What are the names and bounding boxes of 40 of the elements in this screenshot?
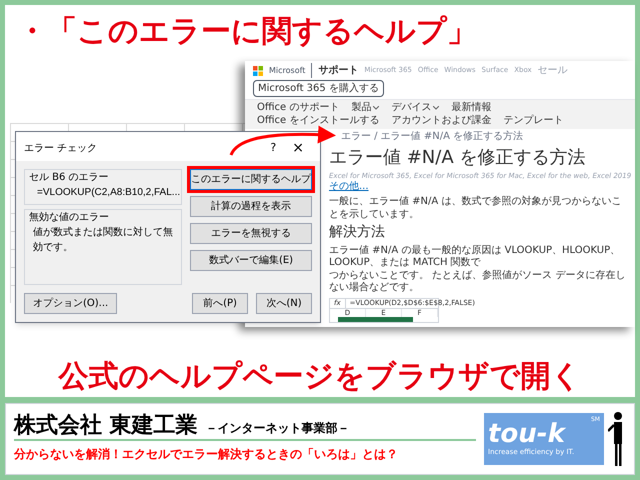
action-button[interactable]: 数式バーで編集(E) xyxy=(190,250,312,270)
error-message: 値が数式または関数に対して無効です。 xyxy=(32,226,174,254)
help-button[interactable]: ? xyxy=(262,140,284,156)
chevron-down-icon xyxy=(373,106,380,110)
bullet: ・ xyxy=(17,12,47,50)
tagline: 分からないを解消！エクセルでエラー解決するときの「いろは」とは？ xyxy=(14,446,399,463)
sub-nav-item[interactable]: 最新情報 xyxy=(451,102,492,114)
action-button[interactable]: 計算の過程を表示 xyxy=(190,196,312,216)
breadcrumb: エラー / エラー値 #N/A を修正する方法 xyxy=(340,131,524,144)
sub-nav-item[interactable]: デバイス xyxy=(391,102,440,114)
logo-text: tou-k xyxy=(488,420,567,447)
section-text: つからないことです。 たとえば、参照値がソース データに存在しない場合などです。 xyxy=(329,270,626,295)
company-name: 株式会社 東建工業 xyxy=(14,415,198,437)
sub-nav-item[interactable]: Office のサポート xyxy=(257,102,340,114)
nav-button[interactable]: 次へ(N) xyxy=(256,292,312,314)
slide-heading: 「このエラーに関するヘルプ」 xyxy=(47,12,477,50)
article-title: エラー値 #N/A を修正する方法 xyxy=(329,146,586,169)
section-text: エラー値 #N/A の最も一般的な原因は VLOOKUP、HLOOKUP、LOOKUP、または MATCH 関数で xyxy=(329,244,622,270)
section-heading: 解決方法 xyxy=(329,224,386,242)
more-link[interactable]: その他... xyxy=(329,180,369,194)
chevron-down-icon xyxy=(433,106,440,110)
four-squares-logo-icon xyxy=(253,66,263,76)
slide-caption: 公式のヘルプページをブラウザで開く xyxy=(58,362,582,392)
nav-button[interactable]: 前へ(P) xyxy=(192,292,248,314)
group-label: セル B6 のエラー xyxy=(29,170,110,184)
close-button[interactable]: × xyxy=(284,141,312,156)
action-button[interactable]: エラーを無視する xyxy=(190,222,312,244)
sub-nav-item[interactable]: 製品 xyxy=(351,102,380,114)
options-button[interactable]: オプション(O)... xyxy=(24,292,118,314)
sub-nav-item[interactable]: Office をインストールする xyxy=(257,114,380,127)
division-name: －インターネット事業部－ xyxy=(206,420,350,437)
buy-button[interactable]: Microsoft 365 を購入する xyxy=(253,80,384,97)
formula-text: =VLOOKUP(C2,A8:B10,2,FAL... xyxy=(36,186,177,200)
sub-nav-item[interactable]: テンプレート xyxy=(503,114,564,127)
dialog-title: エラー チェック xyxy=(24,142,98,156)
sub-nav-item[interactable]: アカウントおよび課金 xyxy=(391,114,492,127)
brand-name[interactable]: Microsoft xyxy=(269,64,306,76)
intro-text: 一般に、エラー値 #N/A は、数式で参照の対象が見つからないことを示しています。 xyxy=(329,196,622,222)
section-title[interactable]: サポート xyxy=(311,63,358,78)
group-label: 無効な値のエラー xyxy=(29,210,110,224)
